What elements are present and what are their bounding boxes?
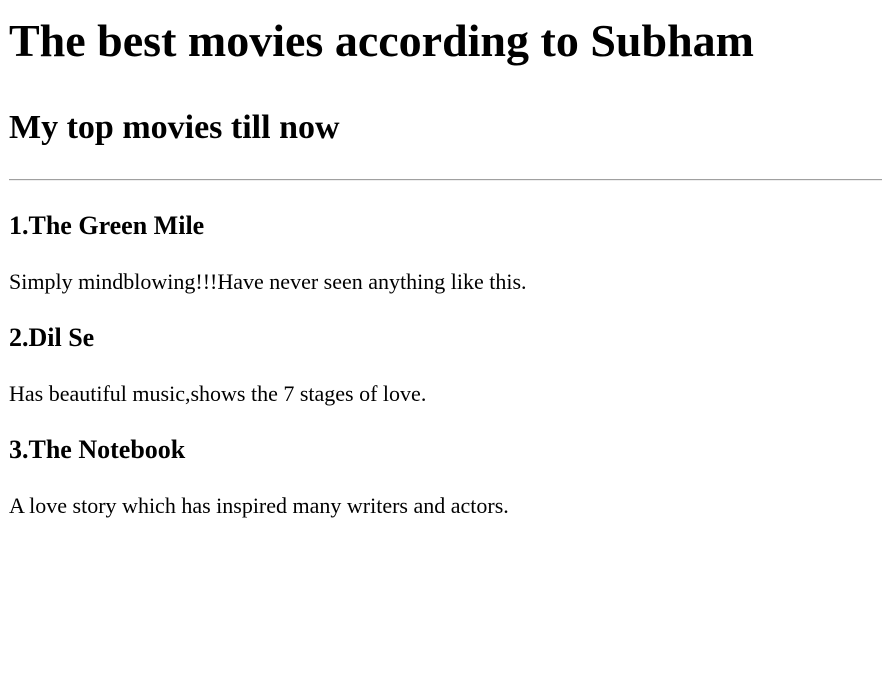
movie-description: Has beautiful music,shows the 7 stages o… [9,381,427,406]
movie-item: 1.The Green Mile Simply mindblowing!!!Ha… [9,181,882,295]
page-subtitle: My top movies till now [9,109,340,146]
movie-description: Simply mindblowing!!!Have never seen any… [9,269,527,294]
page-title: The best movies according to Subham [9,15,754,66]
page-content: The best movies according to Subham My t… [9,0,882,519]
movie-title: 2.Dil Se [9,323,95,352]
movie-description: A love story which has inspired many wri… [9,493,509,518]
movie-title: 1.The Green Mile [9,211,205,240]
movie-item: 3.The Notebook A love story which has in… [9,407,882,519]
movie-list: 1.The Green Mile Simply mindblowing!!!Ha… [9,181,882,519]
movie-title: 3.The Notebook [9,435,186,464]
movie-item: 2.Dil Se Has beautiful music,shows the 7… [9,295,882,407]
